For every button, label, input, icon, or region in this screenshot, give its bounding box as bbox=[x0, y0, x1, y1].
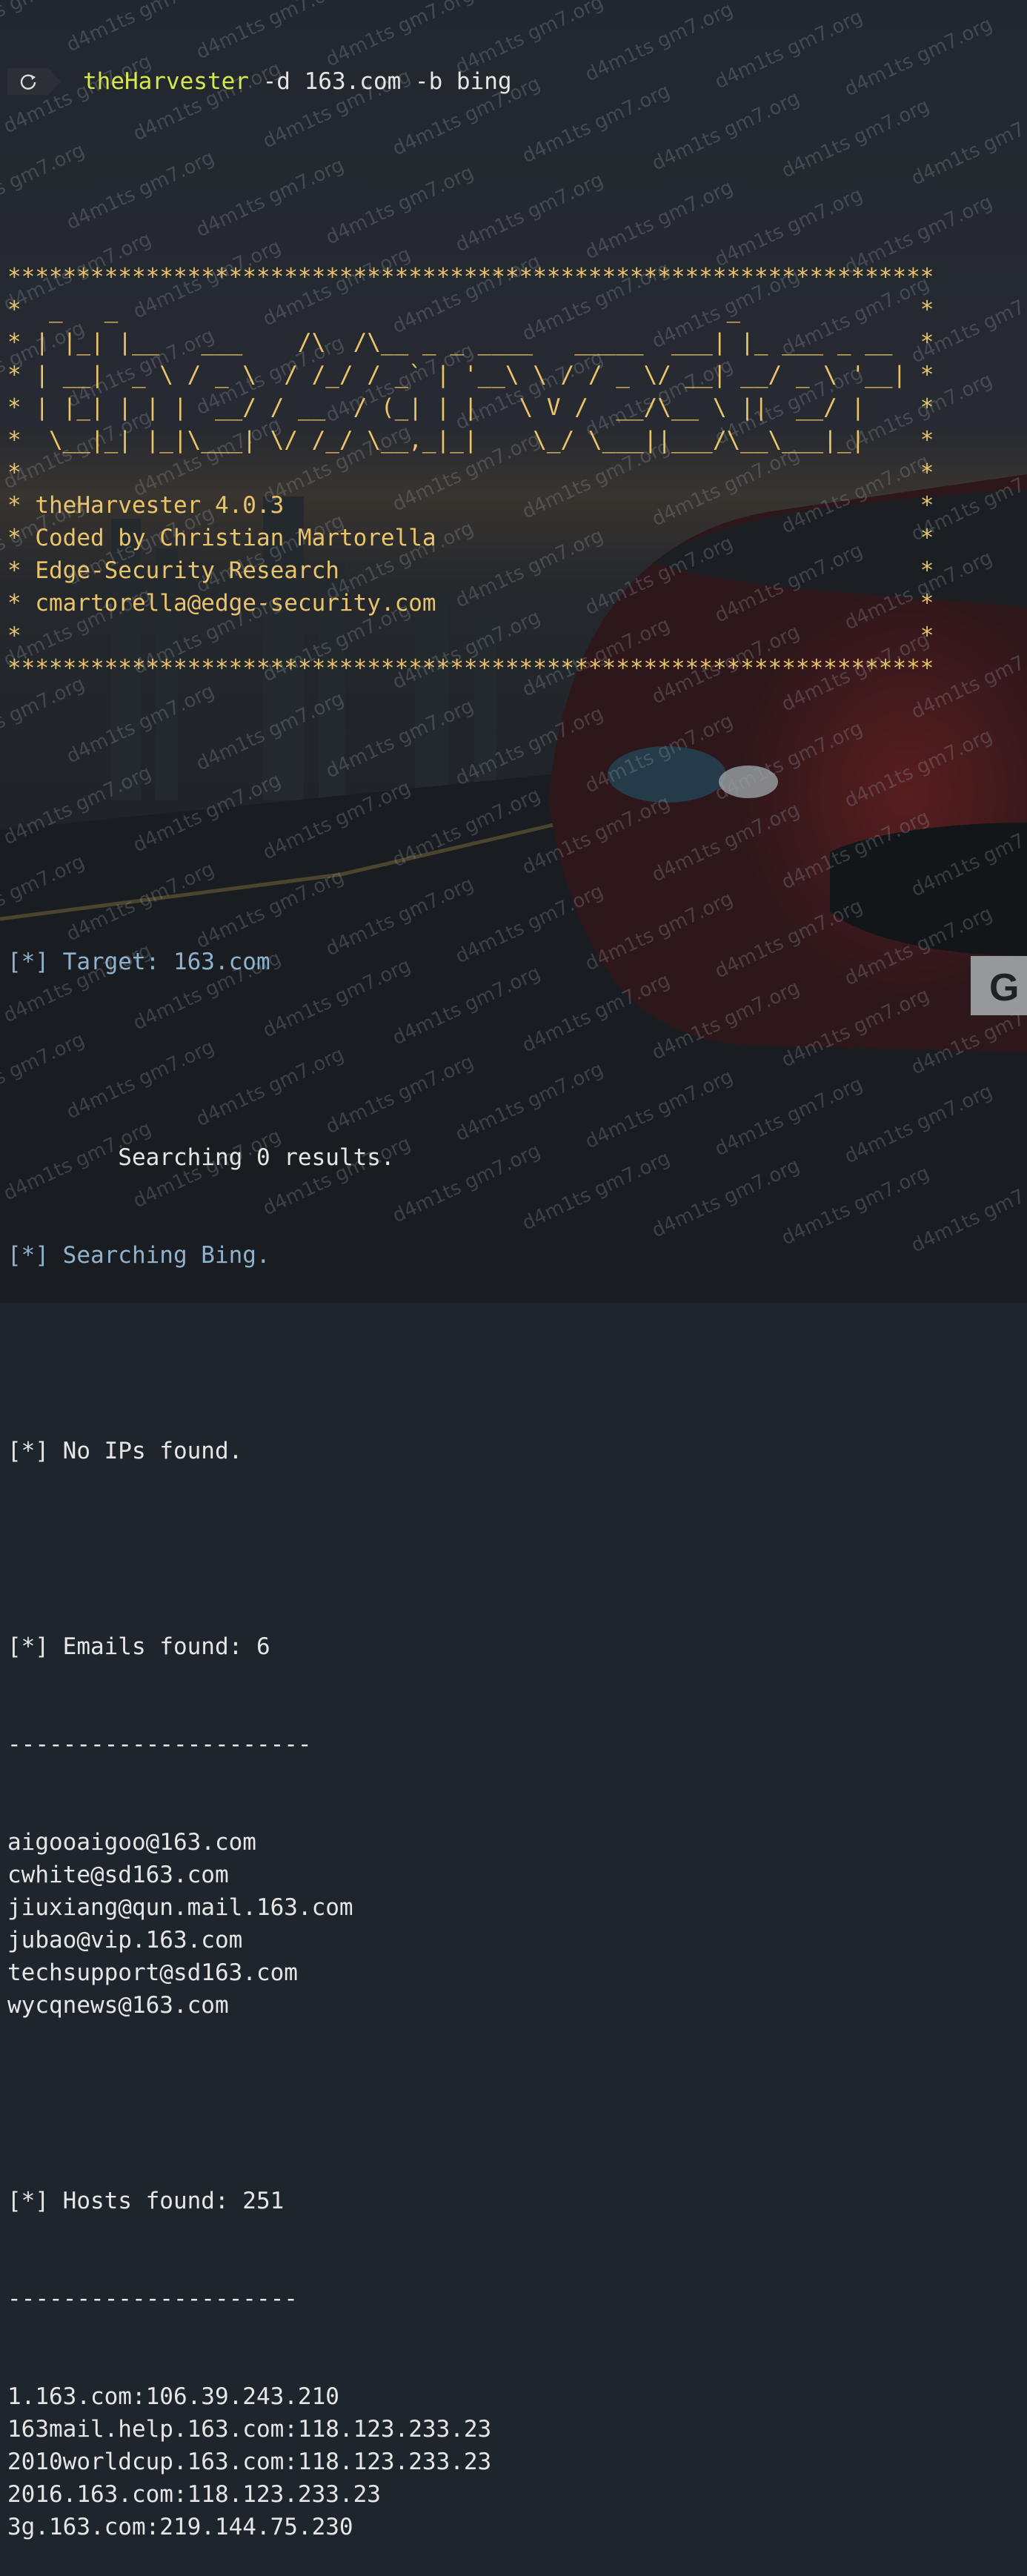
prompt-line: theHarvester -d 163.com -b bing bbox=[7, 65, 934, 98]
no-ips-line: [*] No IPs found. bbox=[7, 1438, 243, 1464]
host-item: 163mail.help.163.com:118.123.233.23 bbox=[7, 2416, 492, 2443]
banner-line: * Coded by Christian Martorella * bbox=[7, 525, 934, 551]
command-args: -d 163.com -b bing bbox=[248, 68, 512, 95]
banner-line: * | __| _ \ / _ \ / /_/ / _` | '__\ \ / … bbox=[7, 362, 934, 388]
hosts-separator: --------------------- bbox=[7, 2285, 298, 2312]
ascii-banner: ****************************************… bbox=[7, 261, 934, 685]
banner-line: * Edge-Security Research * bbox=[7, 557, 934, 584]
hosts-list: 1.163.com:106.39.243.210 163mail.help.163… bbox=[7, 2380, 934, 2543]
email-item: techsupport@sd163.com bbox=[7, 1959, 298, 1986]
email-item: wycqnews@163.com bbox=[7, 1992, 229, 2019]
banner-line: ****************************************… bbox=[7, 655, 934, 682]
banner-line: * * bbox=[7, 459, 934, 486]
banner-line: * | |_| |__ ___ /\ /\__ _ _ ____ _____ _… bbox=[7, 329, 934, 356]
email-item: jiuxiang@qun.mail.163.com bbox=[7, 1894, 353, 1921]
prompt-arrow-icon bbox=[49, 68, 61, 95]
banner-line: * * bbox=[7, 623, 934, 649]
banner-line: * theHarvester 4.0.3 * bbox=[7, 492, 934, 519]
email-item: cwhite@sd163.com bbox=[7, 1862, 229, 1888]
searching-results-line: Searching 0 results. bbox=[7, 1144, 395, 1171]
banner-line: * | |_| | | | __/ / __ / (_| | | \ V / _… bbox=[7, 394, 934, 421]
email-item: jubao@vip.163.com bbox=[7, 1927, 243, 1953]
hosts-header: [*] Hosts found: 251 bbox=[7, 2188, 285, 2214]
email-item: aigooaigoo@163.com bbox=[7, 1829, 256, 1856]
emails-header: [*] Emails found: 6 bbox=[7, 1633, 270, 1660]
emails-list: aigooaigoo@163.com cwhite@sd163.com jiuxia… bbox=[7, 1826, 934, 2022]
host-item: 2010worldcup.163.com:118.123.233.23 bbox=[7, 2449, 492, 2475]
banner-line: ****************************************… bbox=[7, 264, 934, 291]
emails-separator: ---------------------- bbox=[7, 1731, 312, 1758]
host-item: 2016.163.com:118.123.233.23 bbox=[7, 2481, 381, 2508]
banner-line: * cmartorella@edge-security.com * bbox=[7, 590, 934, 617]
banner-line: * _ _ _ * bbox=[7, 296, 934, 323]
host-item: 3g.163.com:219.144.75.230 bbox=[7, 2514, 353, 2540]
host-item: 1.163.com:106.39.243.210 bbox=[7, 2383, 339, 2410]
terminal-output: theHarvester -d 163.com -b bing ********… bbox=[7, 0, 934, 2576]
searching-bing-line: [*] Searching Bing. bbox=[7, 1242, 270, 1269]
banner-line: * \__|_| |_|\___| \/ /_/ \__,_|_| \_/ \_… bbox=[7, 427, 934, 454]
target-line: [*] Target: 163.com bbox=[7, 949, 270, 975]
refresh-icon bbox=[7, 68, 49, 95]
command-name: theHarvester bbox=[83, 68, 249, 95]
